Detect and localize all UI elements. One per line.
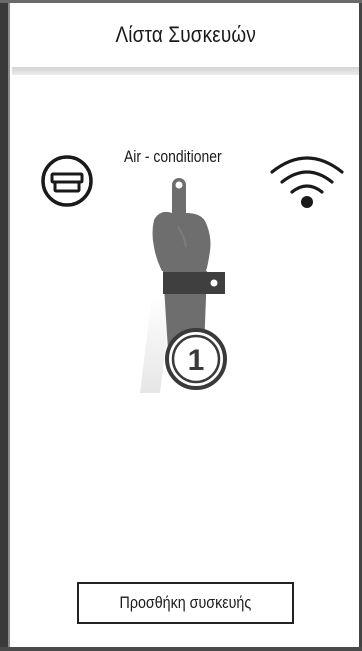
header-divider bbox=[12, 67, 359, 75]
add-device-label: Προσθήκη συσκευής bbox=[119, 593, 252, 612]
device-list-screen: Λίστα Συσκευών Air - conditioner 1 Προσθ… bbox=[0, 0, 362, 651]
step-number: 1 bbox=[188, 344, 205, 377]
air-conditioner-icon bbox=[40, 154, 94, 208]
wifi-icon bbox=[266, 150, 348, 210]
device-frame-bottom bbox=[0, 647, 362, 651]
pointing-hand-icon: 1 bbox=[130, 175, 240, 405]
device-frame-left bbox=[0, 0, 10, 651]
add-device-button[interactable]: Προσθήκη συσκευής bbox=[77, 582, 294, 624]
app-header: Λίστα Συσκευών bbox=[12, 3, 359, 67]
device-name: Air - conditioner bbox=[124, 147, 222, 166]
page-title: Λίστα Συσκευών bbox=[115, 22, 256, 47]
